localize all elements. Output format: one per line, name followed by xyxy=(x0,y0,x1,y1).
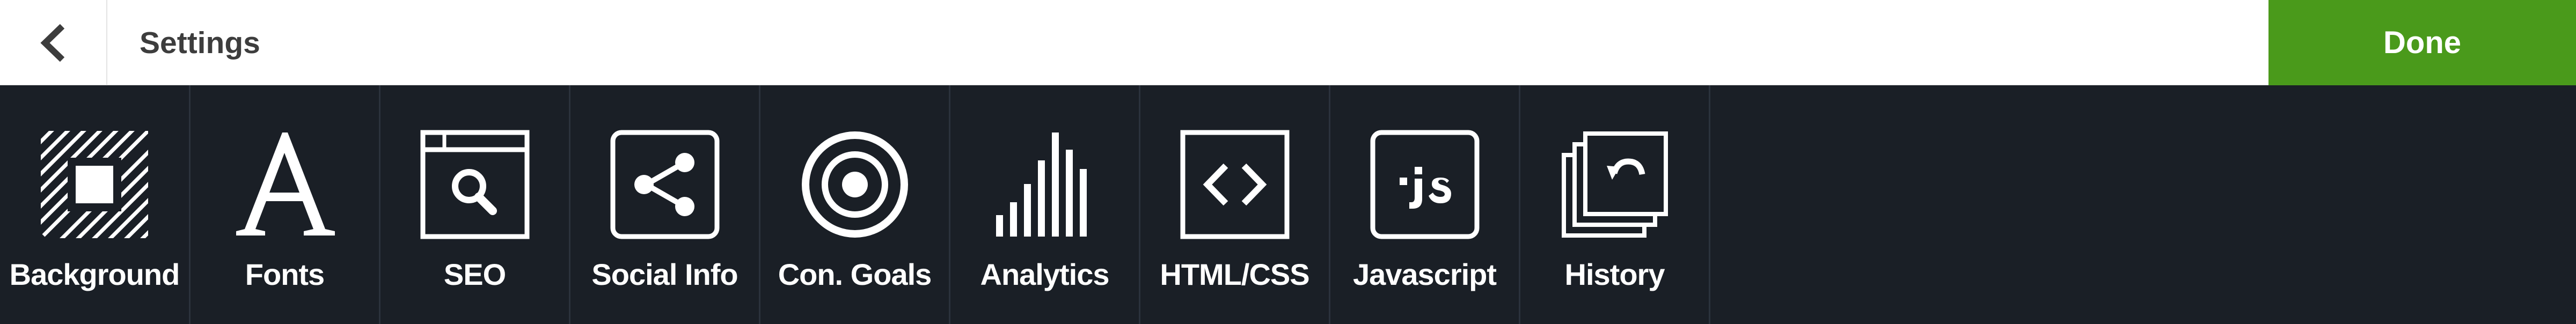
tool-label: SEO xyxy=(443,257,506,291)
done-button[interactable]: Done xyxy=(2268,0,2576,85)
background-pattern-icon xyxy=(38,128,151,241)
tool-label: Con. Goals xyxy=(778,257,932,291)
tool-html-css[interactable]: HTML/CSS xyxy=(1140,85,1330,324)
tool-label: HTML/CSS xyxy=(1160,257,1309,291)
page-title: Settings xyxy=(140,25,260,60)
bar-chart-icon xyxy=(989,128,1101,241)
settings-toolbar: Background Fonts SEO Social Info Con. Go… xyxy=(0,85,2576,324)
code-brackets-icon xyxy=(1179,128,1291,241)
tool-label: Analytics xyxy=(980,257,1110,291)
tool-con-goals[interactable]: Con. Goals xyxy=(760,85,950,324)
share-icon xyxy=(609,128,721,241)
browser-search-icon xyxy=(419,128,531,241)
js-file-icon xyxy=(1368,128,1481,241)
tool-label: Javascript xyxy=(1352,257,1497,291)
tool-history[interactable]: History xyxy=(1520,85,1710,324)
back-button[interactable] xyxy=(0,0,107,85)
tool-social-info[interactable]: Social Info xyxy=(570,85,760,324)
tool-javascript[interactable]: Javascript xyxy=(1330,85,1520,324)
history-stack-icon xyxy=(1558,128,1671,241)
top-bar: Settings Done xyxy=(0,0,2576,85)
tool-seo[interactable]: SEO xyxy=(380,85,570,324)
tool-label: History xyxy=(1564,257,1665,291)
font-letter-a-icon xyxy=(229,128,341,241)
tool-background[interactable]: Background xyxy=(0,85,191,324)
target-icon xyxy=(799,128,911,241)
tool-fonts[interactable]: Fonts xyxy=(191,85,380,324)
tool-label: Background xyxy=(9,257,180,291)
tool-analytics[interactable]: Analytics xyxy=(950,85,1140,324)
tool-label: Social Info xyxy=(591,257,738,291)
chevron-left-icon xyxy=(40,24,65,62)
tool-label: Fonts xyxy=(245,257,325,291)
